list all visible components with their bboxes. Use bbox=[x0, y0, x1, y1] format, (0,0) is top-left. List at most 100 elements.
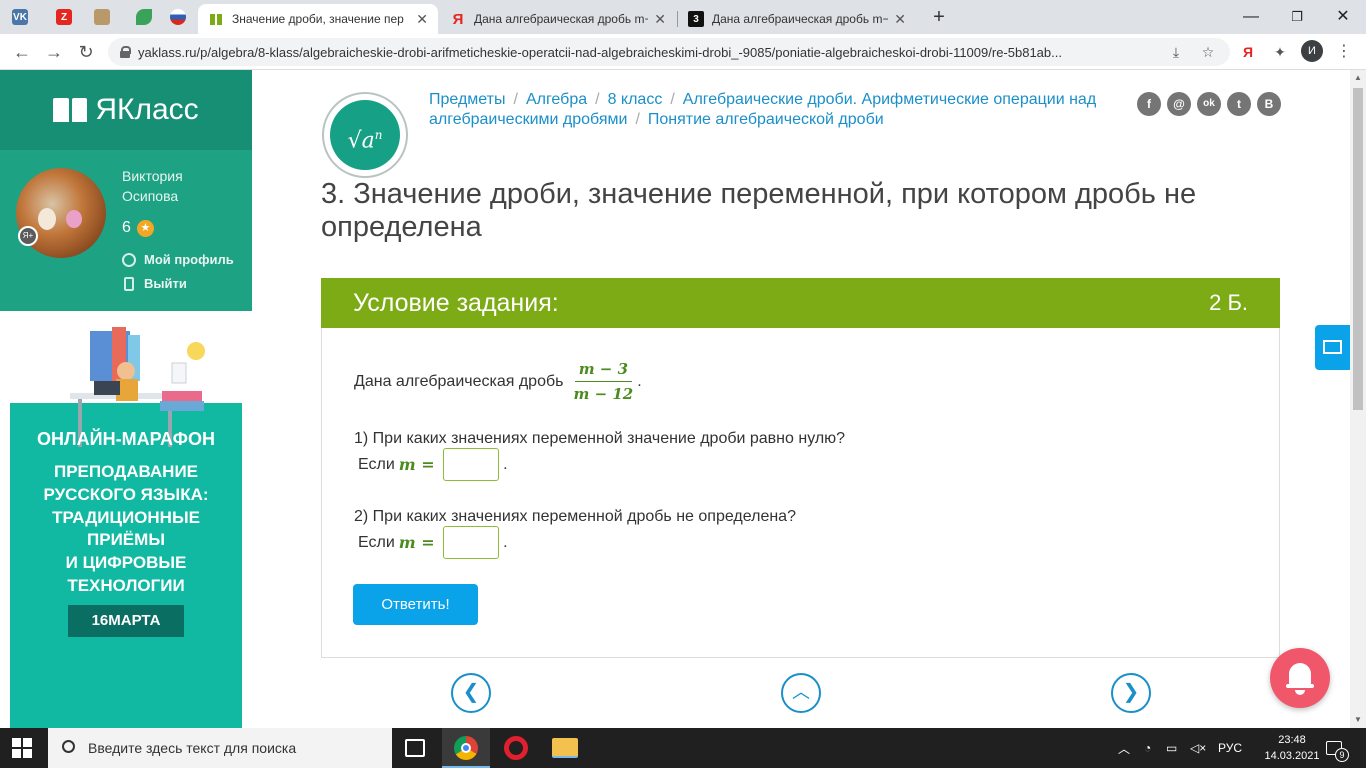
scrollbar-thumb[interactable] bbox=[1353, 88, 1363, 410]
pinned-tab-leaf[interactable] bbox=[130, 6, 158, 28]
search-icon bbox=[62, 740, 75, 753]
task-view-icon[interactable] bbox=[405, 739, 425, 757]
volume-icon[interactable]: ◁× bbox=[1190, 728, 1206, 768]
bookmark-star-icon[interactable]: ☆ bbox=[1198, 42, 1218, 62]
scroll-up-icon[interactable]: ▲ bbox=[1350, 70, 1366, 86]
file-explorer-icon[interactable] bbox=[552, 738, 578, 758]
ad-banner[interactable]: ОНЛАЙН-МАРАФОН ПРЕПОДАВАНИЕ РУССКОГО ЯЗЫ… bbox=[10, 321, 242, 728]
tab-active[interactable]: Значение дроби, значение пер ✕ bbox=[198, 4, 438, 34]
next-button[interactable]: ❯ bbox=[1111, 673, 1151, 713]
menu-dots-icon[interactable]: ⋮ bbox=[1334, 42, 1354, 62]
breadcrumb-item[interactable]: Предметы bbox=[429, 91, 505, 108]
ad-line: И ЦИФРОВЫЕ bbox=[65, 553, 187, 573]
feedback-button[interactable] bbox=[1315, 325, 1350, 370]
pinned-tab-flag[interactable] bbox=[164, 6, 192, 28]
notification-center-icon[interactable]: 9 bbox=[1326, 728, 1349, 768]
mail-ru-icon[interactable]: @ bbox=[1167, 92, 1191, 116]
profile-icon bbox=[122, 252, 136, 267]
envelope-icon bbox=[1323, 340, 1342, 354]
z-tab-icon: 3 bbox=[688, 11, 704, 27]
new-tab-button[interactable]: + bbox=[928, 6, 950, 28]
notifications-button[interactable] bbox=[1270, 648, 1330, 708]
breadcrumb-item[interactable]: Понятие алгебраической дроби bbox=[648, 111, 884, 128]
leaf-icon bbox=[136, 9, 152, 25]
back-button[interactable]: ← bbox=[10, 40, 34, 64]
language-indicator[interactable]: РУС bbox=[1218, 728, 1242, 768]
door-icon bbox=[124, 276, 134, 291]
logo-text: ЯКласс bbox=[95, 93, 199, 126]
minimize-button[interactable]: — bbox=[1228, 4, 1274, 30]
vk-share-icon[interactable]: B bbox=[1257, 92, 1281, 116]
ya-plus-badge-icon: Я+ bbox=[18, 226, 38, 246]
fraction-denominator: m − 12 bbox=[573, 385, 634, 403]
breadcrumb-item[interactable]: Алгебра bbox=[526, 91, 587, 108]
address-bar[interactable]: yaklass.ru/p/algebra/8-klass/algebraiche… bbox=[108, 38, 1230, 66]
ad-line: ПРИЁМЫ bbox=[87, 530, 165, 550]
maximize-button[interactable]: ❐ bbox=[1274, 4, 1320, 30]
yaklass-tab-icon bbox=[208, 11, 224, 27]
task-header-title: Условие задания: bbox=[353, 289, 559, 317]
up-button[interactable]: ︿ bbox=[781, 673, 821, 713]
photo-icon bbox=[94, 9, 110, 25]
tab-3[interactable]: 3 Дана алгебраическая дробь m− ✕ bbox=[678, 4, 916, 34]
ad-line: РУССКОГО ЯЗЫКА: bbox=[43, 484, 209, 504]
pinned-tab-z[interactable]: Z bbox=[50, 6, 78, 28]
lock-icon bbox=[120, 46, 131, 58]
fraction: m − 3 m − 12 bbox=[569, 360, 637, 403]
twitter-icon[interactable]: t bbox=[1227, 92, 1251, 116]
answer-row-2: Если m = . bbox=[358, 526, 508, 559]
close-icon[interactable]: ✕ bbox=[654, 11, 666, 28]
pinned-tab-vk[interactable]: VK bbox=[6, 6, 34, 28]
tab-2[interactable]: Я Дана алгебраическая дробь m− ✕ bbox=[440, 4, 676, 34]
chrome-icon bbox=[454, 736, 478, 760]
vk-icon: VK bbox=[12, 9, 28, 25]
fraction-numerator: m − 3 bbox=[574, 360, 633, 382]
breadcrumb-item[interactable]: 8 класс bbox=[608, 91, 663, 108]
question-2: 2) При каких значениях переменной дробь … bbox=[354, 508, 796, 525]
scroll-down-icon[interactable]: ▼ bbox=[1350, 712, 1366, 728]
forward-button[interactable]: → bbox=[42, 40, 66, 64]
browser-toolbar: ← → ↻ yaklass.ru/p/algebra/8-klass/algeb… bbox=[0, 34, 1366, 70]
page-scrollbar[interactable]: ▲ ▼ bbox=[1350, 70, 1366, 728]
taskbar-search[interactable]: Введите здесь текст для поиска bbox=[48, 728, 392, 768]
facebook-icon[interactable]: f bbox=[1137, 92, 1161, 116]
previous-button[interactable]: ❮ bbox=[451, 673, 491, 713]
taskbar-chrome[interactable] bbox=[442, 728, 490, 768]
page: ЯКласс Виктория Осипова 6 ★ Мой профиль … bbox=[0, 70, 1350, 728]
extensions-puzzle-icon[interactable]: ✦ bbox=[1270, 42, 1290, 62]
clock-date: 14.03.2021 bbox=[1264, 750, 1320, 762]
task-header: Условие задания: 2 Б. bbox=[321, 278, 1280, 328]
period: . bbox=[498, 455, 508, 473]
pinned-tab-photo[interactable] bbox=[88, 6, 116, 28]
network-icon[interactable]: ◔ bbox=[1144, 728, 1151, 768]
opera-icon[interactable] bbox=[504, 736, 528, 760]
answer-input-2[interactable] bbox=[442, 526, 499, 559]
clock[interactable]: 23:48 14.03.2021 bbox=[1262, 732, 1322, 764]
odnoklassniki-icon[interactable]: ok bbox=[1197, 92, 1221, 116]
site-logo[interactable]: ЯКласс bbox=[0, 70, 252, 150]
logout-label: Выйти bbox=[144, 276, 187, 291]
tray-chevron-up-icon[interactable]: ︿ bbox=[1118, 728, 1130, 768]
close-icon[interactable]: ✕ bbox=[416, 11, 428, 28]
reload-button[interactable]: ↻ bbox=[74, 40, 98, 64]
ad-body: ПРЕПОДАВАНИЕ РУССКОГО ЯЗЫКА: ТРАДИЦИОННЫ… bbox=[10, 461, 242, 598]
submit-button[interactable]: Ответить! bbox=[353, 584, 478, 625]
battery-icon[interactable]: ▭ bbox=[1166, 728, 1177, 768]
logout-link[interactable]: Выйти bbox=[122, 276, 187, 291]
window-close-button[interactable]: ✕ bbox=[1320, 4, 1366, 30]
user-name[interactable]: Виктория Осипова bbox=[122, 166, 242, 206]
chevron-up-icon: ︿ bbox=[792, 682, 810, 702]
close-icon[interactable]: ✕ bbox=[894, 11, 906, 28]
profile-avatar[interactable]: И bbox=[1301, 40, 1323, 62]
breadcrumb-separator: / bbox=[635, 111, 640, 128]
yandex-extension-icon[interactable]: Я bbox=[1238, 42, 1258, 62]
task-points: 2 Б. bbox=[1209, 290, 1248, 315]
sidebar: ЯКласс Виктория Осипова 6 ★ Мой профиль … bbox=[0, 70, 252, 728]
task-intro: Дана алгебраическая дробь m − 3 m − 12 . bbox=[354, 360, 642, 403]
if-label: Если bbox=[358, 455, 395, 473]
download-icon[interactable]: ⤓ bbox=[1166, 42, 1186, 62]
my-profile-link[interactable]: Мой профиль bbox=[122, 252, 234, 267]
sqrt-icon: √an bbox=[330, 100, 400, 170]
answer-input-1[interactable] bbox=[442, 448, 499, 481]
windows-start-icon[interactable] bbox=[12, 738, 32, 758]
